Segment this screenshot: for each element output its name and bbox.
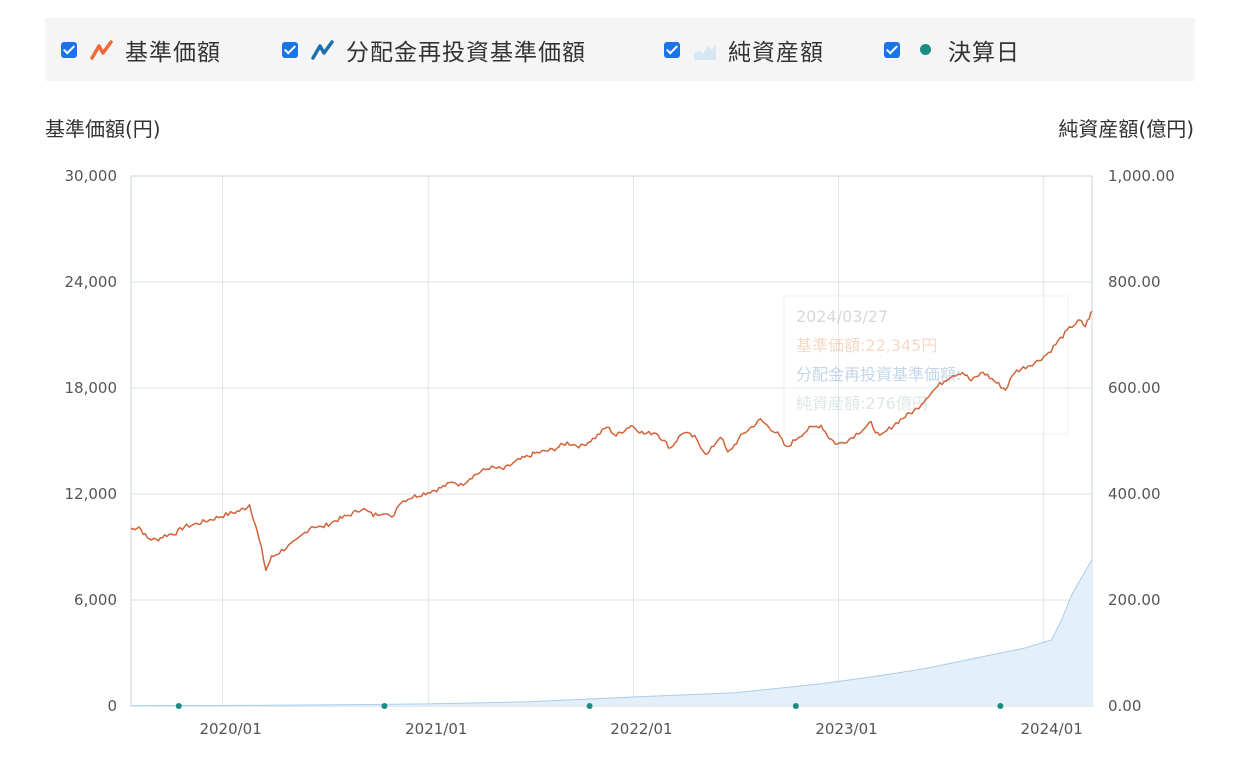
- settlement-dot: [586, 703, 593, 709]
- right-tick-label: 1,000.00: [1108, 167, 1175, 185]
- right-tick-label: 400.00: [1108, 485, 1161, 503]
- x-tick-label: 2022/01: [610, 720, 672, 738]
- left-tick-label: 18,000: [65, 379, 118, 397]
- tooltip-reinvest: 分配金再投資基準価額:: [796, 365, 961, 384]
- settlement-dot: [175, 703, 182, 709]
- right-tick-label: 0.00: [1108, 697, 1141, 715]
- tooltip-date: 2024/03/27: [796, 307, 888, 326]
- left-tick-label: 12,000: [65, 485, 118, 503]
- left-tick-label: 0: [107, 697, 117, 715]
- left-tick-label: 6,000: [74, 591, 117, 609]
- x-tick-label: 2024/01: [1021, 720, 1083, 738]
- assets-area: [131, 559, 1092, 706]
- settlement-dot: [997, 703, 1004, 709]
- settlement-dot: [792, 703, 799, 709]
- left-tick-label: 24,000: [65, 273, 118, 291]
- x-tick-label: 2023/01: [815, 720, 877, 738]
- tooltip-assets: 純資産額:276億円: [796, 394, 928, 413]
- right-tick-label: 800.00: [1108, 273, 1161, 291]
- plot-border: [130, 175, 1093, 707]
- nav-chart[interactable]: 0 0.00 6,000 200.00 12,000 400.00 18,000 600.00…: [0, 0, 1234, 782]
- x-tick-label: 2020/01: [199, 720, 261, 738]
- x-tick-label: 2021/01: [405, 720, 467, 738]
- right-tick-label: 600.00: [1108, 379, 1161, 397]
- left-tick-label: 30,000: [65, 167, 118, 185]
- tooltip-nav: 基準価額:22,345円: [796, 336, 937, 355]
- settlement-dot: [381, 703, 388, 709]
- right-tick-label: 200.00: [1108, 591, 1161, 609]
- hover-tooltip: 2024/03/27 基準価額:22,345円分配金再投資基準価額: 純資産額:27…: [783, 295, 1069, 435]
